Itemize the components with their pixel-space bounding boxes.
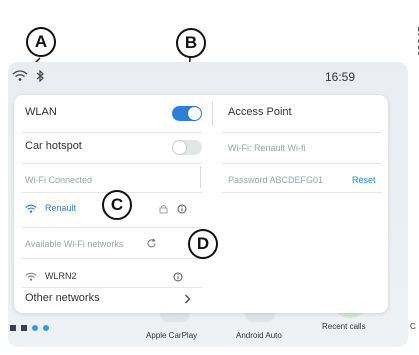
bluetooth-icon[interactable]: [36, 70, 44, 82]
wlan-toggle[interactable]: [172, 106, 202, 121]
access-point-label[interactable]: Access Point: [228, 106, 292, 118]
network-item-name: WLRN2: [45, 271, 77, 281]
wifi-name-text: Wi-Fi: Renault Wi-fi: [228, 143, 306, 153]
wifi-signal-icon: [25, 272, 37, 281]
dock-apps-icon[interactable]: [10, 318, 49, 336]
wifi-status-text: Wi-Fi Connected: [25, 175, 93, 185]
reset-password-button[interactable]: Reset: [352, 175, 376, 185]
chevron-right-icon: [185, 294, 191, 304]
car-hotspot-label: Car hotspot: [25, 140, 82, 152]
other-networks-row[interactable]: Other networks: [22, 290, 202, 308]
callout-b: B: [176, 28, 206, 58]
dock-label-more[interactable]: C: [410, 322, 416, 331]
wifi-icon[interactable]: [12, 70, 28, 82]
connected-network-name: Renault: [45, 203, 77, 213]
refresh-icon[interactable]: [146, 238, 157, 249]
callout-c: C: [102, 190, 132, 220]
available-networks-label: Available Wi-Fi networks: [25, 239, 124, 249]
info-icon[interactable]: [173, 272, 183, 282]
dock-label-android-auto[interactable]: Android Auto: [236, 331, 282, 340]
dock-label-apple-carplay[interactable]: Apple CarPlay: [146, 331, 197, 340]
dock-label-recent-calls[interactable]: Recent calls: [322, 322, 366, 331]
car-hotspot-toggle[interactable]: [172, 140, 202, 155]
lock-icon: [159, 205, 168, 214]
clock: 16:59: [325, 70, 356, 84]
network-list-item[interactable]: WLRN2: [25, 271, 195, 287]
password-text: Password ABCDEFG01: [228, 175, 324, 185]
callout-a: A: [26, 27, 56, 57]
callout-d: D: [188, 229, 218, 259]
other-networks-label: Other networks: [25, 292, 100, 304]
info-icon[interactable]: [177, 204, 187, 214]
wlan-label: WLAN: [25, 106, 57, 118]
wifi-signal-icon: [25, 204, 37, 213]
